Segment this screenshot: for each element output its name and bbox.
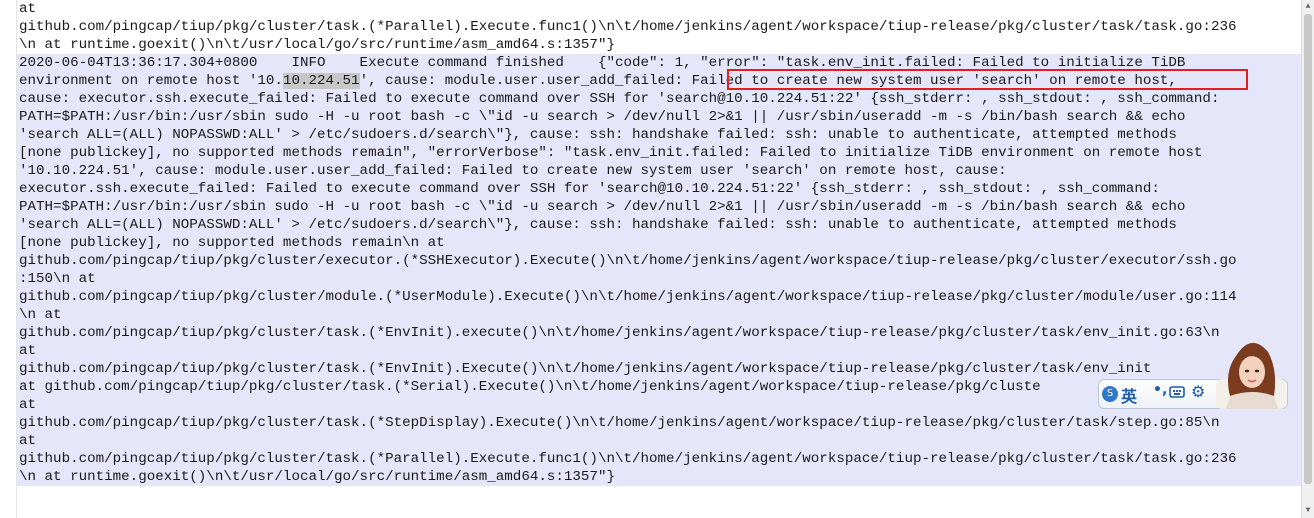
editor-gutter xyxy=(0,0,17,518)
log-line: at xyxy=(17,432,1302,450)
log-line: PATH=$PATH:/usr/bin:/usr/sbin sudo -H -u… xyxy=(17,108,1302,126)
skin-avatar[interactable] xyxy=(1216,336,1286,412)
log-line-text: ', cause: module.user.user_add_failed: F… xyxy=(359,73,1177,89)
log-line: executor.ssh.execute_failed: Failed to e… xyxy=(17,180,1302,198)
log-line: [none publickey], no supported methods r… xyxy=(17,234,1302,252)
scroll-down-arrow-icon[interactable]: ▼ xyxy=(1303,506,1313,516)
log-line: [none publickey], no supported methods r… xyxy=(17,144,1302,162)
text-selection-highlight: 10.224.51 xyxy=(282,73,360,89)
ime-toolbar[interactable]: S 英 •, ⚙ xyxy=(1098,336,1290,412)
vertical-scrollbar[interactable]: ▲ ▼ xyxy=(1301,0,1314,518)
ime-punctuation-toggle[interactable]: •, xyxy=(1153,382,1167,398)
log-line: github.com/pingcap/tiup/pkg/cluster/task… xyxy=(17,450,1302,468)
log-line: 'search ALL=(ALL) NOPASSWD:ALL' > /etc/s… xyxy=(17,126,1302,144)
text-editor[interactable]: at github.com/pingcap/tiup/pkg/cluster/ta… xyxy=(0,0,1302,518)
gear-icon[interactable]: ⚙ xyxy=(1191,382,1205,401)
log-line: \n at runtime.goexit()\n\t/usr/local/go/… xyxy=(19,37,615,53)
log-line: 'search ALL=(ALL) NOPASSWD:ALL' > /etc/s… xyxy=(17,216,1302,234)
log-line: github.com/pingcap/tiup/pkg/cluster/modu… xyxy=(17,288,1302,306)
log-line: environment on remote host '10.10.224.51… xyxy=(17,72,1302,90)
log-line: cause: executor.ssh.execute_failed: Fail… xyxy=(17,90,1302,108)
keyboard-icon[interactable] xyxy=(1169,385,1185,399)
log-line: \n at xyxy=(17,306,1302,324)
log-line: \n at runtime.goexit()\n\t/usr/local/go/… xyxy=(17,468,1302,486)
log-text-area[interactable]: at github.com/pingcap/tiup/pkg/cluster/ta… xyxy=(17,0,1302,518)
log-line: github.com/pingcap/tiup/pkg/cluster/exec… xyxy=(17,252,1302,270)
scroll-up-arrow-icon[interactable]: ▲ xyxy=(1303,2,1313,12)
log-line: github.com/pingcap/tiup/pkg/cluster/task… xyxy=(19,19,1237,35)
ime-language-toggle[interactable]: 英 xyxy=(1121,383,1137,407)
log-line-text: environment on remote host '10. xyxy=(19,73,283,89)
ime-logo-icon[interactable]: S xyxy=(1102,386,1118,402)
log-line: at xyxy=(19,1,37,17)
log-line: github.com/pingcap/tiup/pkg/cluster/task… xyxy=(17,414,1302,432)
log-line: :150\n at xyxy=(17,270,1302,288)
scrollbar-thumb[interactable] xyxy=(1304,14,1312,484)
log-line: 2020-06-04T13:36:17.304+0800 INFO Execut… xyxy=(17,54,1302,72)
log-line: PATH=$PATH:/usr/bin:/usr/sbin sudo -H -u… xyxy=(17,198,1302,216)
log-line: '10.10.224.51', cause: module.user.user_… xyxy=(17,162,1302,180)
